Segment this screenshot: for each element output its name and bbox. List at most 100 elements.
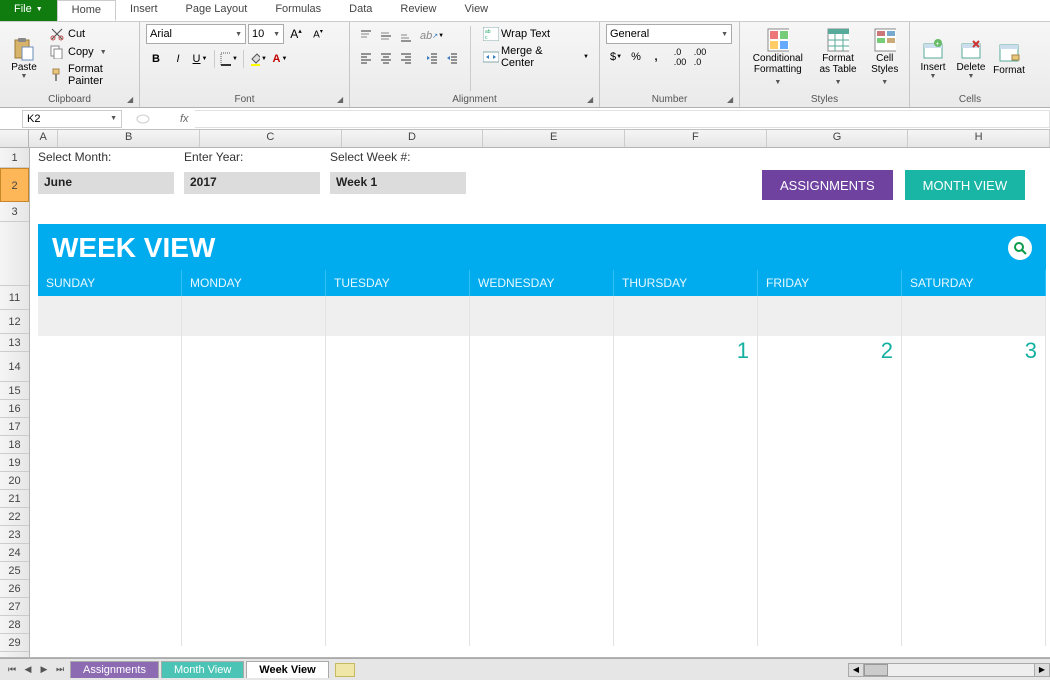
row-header[interactable]: 13 xyxy=(0,334,29,352)
search-button[interactable] xyxy=(1008,236,1032,260)
date-cell[interactable]: 2 xyxy=(758,336,902,366)
format-painter-button[interactable]: Format Painter xyxy=(46,62,133,88)
date-cell[interactable] xyxy=(326,336,470,366)
name-box[interactable]: K2 ▼ xyxy=(22,110,122,128)
fill-color-button[interactable]: ▼ xyxy=(248,49,268,69)
merge-center-button[interactable]: Merge & Center▼ xyxy=(479,44,593,70)
row-header[interactable]: 24 xyxy=(0,544,29,562)
row-header[interactable]: 22 xyxy=(0,508,29,526)
row-header[interactable]: 3 xyxy=(0,202,29,222)
wrap-text-button[interactable]: abc Wrap Text xyxy=(479,26,593,42)
row-header[interactable]: 21 xyxy=(0,490,29,508)
sheet-tab-assignments[interactable]: Assignments xyxy=(70,661,159,678)
bold-button[interactable]: B xyxy=(146,49,166,69)
row-header[interactable]: 14 xyxy=(0,352,29,382)
shrink-font-button[interactable]: A▾ xyxy=(308,24,328,44)
hscroll-thumb[interactable] xyxy=(864,664,888,676)
sheet-tab-month-view[interactable]: Month View xyxy=(161,661,244,678)
date-cell[interactable] xyxy=(470,336,614,366)
decrease-indent-button[interactable] xyxy=(422,48,442,68)
row-header[interactable]: 29 xyxy=(0,634,29,652)
col-header-d[interactable]: D xyxy=(342,130,484,147)
font-family-combo[interactable]: Arial▼ xyxy=(146,24,246,44)
select-all-corner[interactable] xyxy=(0,130,29,147)
col-header-h[interactable]: H xyxy=(908,130,1050,147)
hscroll-left[interactable]: ◀ xyxy=(848,663,864,677)
formula-input[interactable] xyxy=(195,110,1050,128)
row-header[interactable]: 28 xyxy=(0,616,29,634)
sheet-nav-last[interactable]: ⏭ xyxy=(52,662,68,678)
assignments-button[interactable]: ASSIGNMENTS xyxy=(762,170,893,200)
day-gray-cell[interactable] xyxy=(758,296,902,336)
cell-styles-button[interactable]: Cell Styles ▼ xyxy=(866,24,903,93)
align-middle-button[interactable] xyxy=(376,26,396,46)
week-column[interactable] xyxy=(38,366,182,646)
italic-button[interactable]: I xyxy=(168,49,188,69)
col-header-a[interactable]: A xyxy=(29,130,58,147)
decrease-decimal-button[interactable]: .00.0 xyxy=(690,47,710,67)
col-header-b[interactable]: B xyxy=(58,130,200,147)
week-column[interactable] xyxy=(758,366,902,646)
font-color-button[interactable]: A▼ xyxy=(270,49,290,69)
hscroll-right[interactable]: ▶ xyxy=(1034,663,1050,677)
format-cells-button[interactable]: Format xyxy=(992,24,1026,93)
day-gray-cell[interactable] xyxy=(326,296,470,336)
month-view-button[interactable]: MONTH VIEW xyxy=(905,170,1026,200)
clipboard-launcher[interactable]: ◢ xyxy=(127,95,137,105)
row-header[interactable]: 18 xyxy=(0,436,29,454)
tab-review[interactable]: Review xyxy=(386,0,450,21)
conditional-formatting-button[interactable]: Conditional Formatting ▼ xyxy=(746,24,810,93)
day-gray-cell[interactable] xyxy=(38,296,182,336)
tab-home[interactable]: Home xyxy=(57,0,116,21)
row-header[interactable]: 16 xyxy=(0,400,29,418)
increase-decimal-button[interactable]: .0.00 xyxy=(670,47,690,67)
increase-indent-button[interactable] xyxy=(442,48,462,68)
col-header-e[interactable]: E xyxy=(483,130,625,147)
new-sheet-button[interactable] xyxy=(335,663,355,677)
format-as-table-button[interactable]: Format as Table ▼ xyxy=(814,24,863,93)
hscroll-track[interactable] xyxy=(864,663,1034,677)
row-header[interactable]: 19 xyxy=(0,454,29,472)
row-header[interactable]: 23 xyxy=(0,526,29,544)
day-gray-cell[interactable] xyxy=(902,296,1046,336)
month-selector[interactable]: June xyxy=(38,172,174,194)
number-launcher[interactable]: ◢ xyxy=(727,95,737,105)
sheet-nav-first[interactable]: ⏮ xyxy=(4,662,20,678)
tab-page-layout[interactable]: Page Layout xyxy=(172,0,262,21)
row-header[interactable]: 11 xyxy=(0,286,29,310)
date-cell[interactable] xyxy=(182,336,326,366)
col-header-c[interactable]: C xyxy=(200,130,342,147)
date-cell[interactable]: 1 xyxy=(614,336,758,366)
align-bottom-button[interactable] xyxy=(396,26,416,46)
row-header[interactable]: 1 xyxy=(0,148,29,168)
sheet-nav-next[interactable]: ▶ xyxy=(36,662,52,678)
fx-label[interactable]: fx xyxy=(180,113,189,125)
day-gray-cell[interactable] xyxy=(470,296,614,336)
day-gray-cell[interactable] xyxy=(182,296,326,336)
font-size-combo[interactable]: 10▼ xyxy=(248,24,284,44)
borders-button[interactable]: ▼ xyxy=(219,49,239,69)
cut-button[interactable]: Cut xyxy=(46,26,133,42)
row-header[interactable]: 27 xyxy=(0,598,29,616)
copy-button[interactable]: Copy▼ xyxy=(46,44,133,60)
week-column[interactable] xyxy=(326,366,470,646)
tab-view[interactable]: View xyxy=(450,0,502,21)
date-cell[interactable]: 3 xyxy=(902,336,1046,366)
underline-button[interactable]: U▼ xyxy=(190,49,210,69)
week-column[interactable] xyxy=(182,366,326,646)
row-header[interactable]: 2 xyxy=(0,168,29,202)
row-header[interactable]: 17 xyxy=(0,418,29,436)
percent-button[interactable]: % xyxy=(626,47,646,67)
col-header-f[interactable]: F xyxy=(625,130,767,147)
week-column[interactable] xyxy=(614,366,758,646)
week-column[interactable] xyxy=(902,366,1046,646)
date-cell[interactable] xyxy=(38,336,182,366)
row-header[interactable]: 20 xyxy=(0,472,29,490)
row-header[interactable]: 15 xyxy=(0,382,29,400)
align-center-button[interactable] xyxy=(376,48,396,68)
col-header-g[interactable]: G xyxy=(767,130,909,147)
tab-data[interactable]: Data xyxy=(335,0,386,21)
align-right-button[interactable] xyxy=(396,48,416,68)
week-selector[interactable]: Week 1 xyxy=(330,172,466,194)
row-header[interactable]: 25 xyxy=(0,562,29,580)
